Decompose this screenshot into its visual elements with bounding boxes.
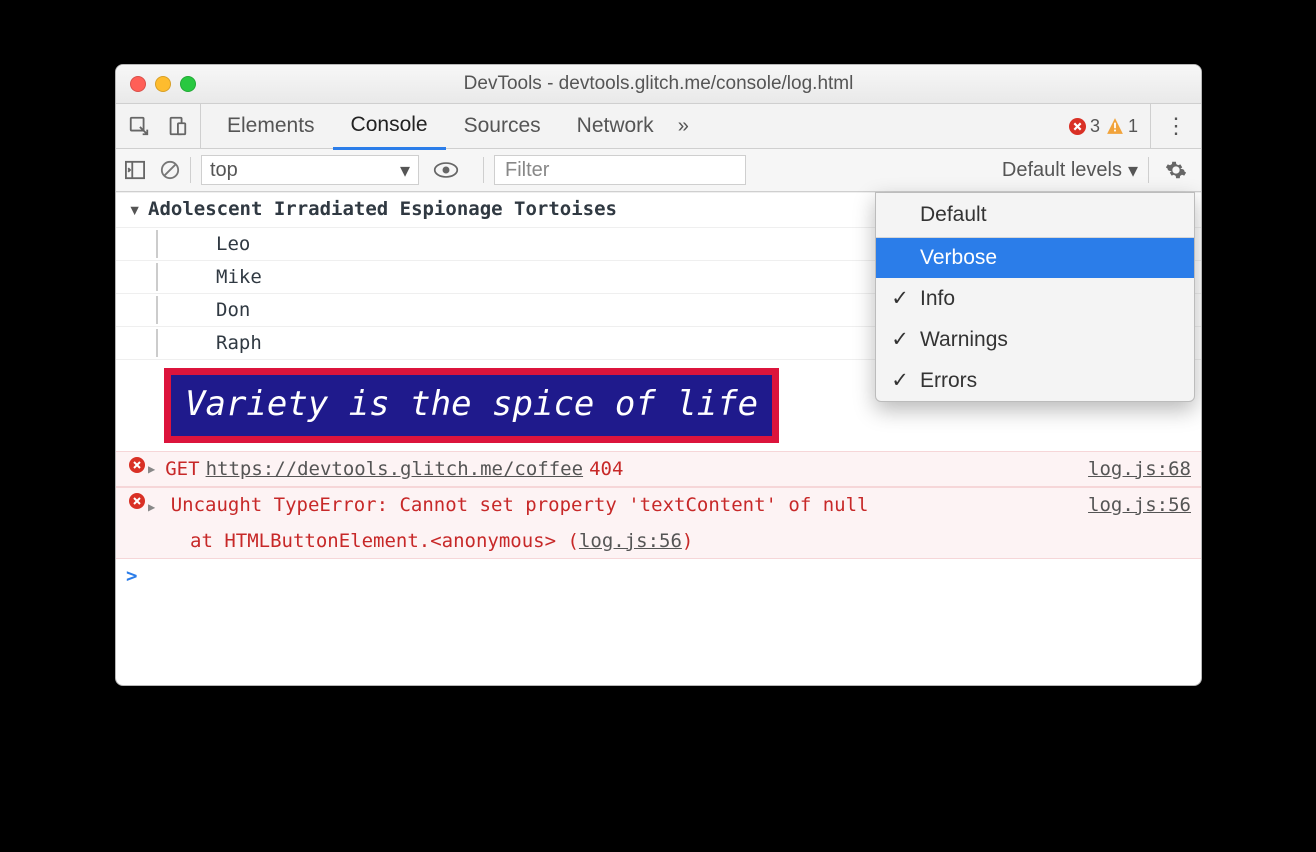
stack-suffix: ): [682, 530, 693, 552]
error-url[interactable]: https://devtools.glitch.me/coffee: [206, 455, 584, 483]
console-output: ▶ Adolescent Irradiated Espionage Tortoi…: [116, 192, 1201, 593]
message-counts[interactable]: 3 1: [1069, 104, 1151, 148]
group-item-text: Mike: [216, 263, 262, 291]
prompt-caret-icon: >: [126, 565, 137, 587]
tab-console[interactable]: Console: [333, 103, 446, 150]
dropdown-item-label: Warnings: [920, 328, 1008, 352]
panel-tabs: Elements Console Sources Network »: [209, 104, 695, 148]
source-link[interactable]: log.js:56: [1076, 491, 1191, 519]
main-tabbar: Elements Console Sources Network » 3 1 ⋮: [116, 104, 1201, 149]
filter-input[interactable]: Filter: [494, 155, 746, 185]
devtools-window: DevTools - devtools.glitch.me/console/lo…: [115, 64, 1202, 686]
chevron-down-icon: ▾: [1128, 158, 1138, 183]
dropdown-item-label: Info: [920, 287, 955, 311]
group-item-text: Raph: [216, 329, 262, 357]
tabs-overflow-button[interactable]: »: [672, 115, 695, 138]
dropdown-item-verbose[interactable]: Verbose: [876, 238, 1194, 278]
tab-sources[interactable]: Sources: [446, 104, 559, 148]
check-icon: ✓: [890, 327, 910, 352]
group-item-text: Leo: [216, 230, 250, 258]
settings-gear-icon[interactable]: [1159, 159, 1193, 181]
device-toolbar-icon[interactable]: [166, 115, 188, 137]
group-item-text: Don: [216, 296, 250, 324]
http-status: 404: [589, 455, 623, 483]
warning-count: 1: [1128, 116, 1138, 137]
dropdown-item-label: Errors: [920, 369, 977, 393]
check-icon: ✓: [890, 368, 910, 393]
console-prompt[interactable]: >: [116, 559, 1201, 593]
inspect-element-icon[interactable]: [128, 115, 150, 137]
log-levels-dropdown: Default Verbose ✓ Info ✓ Warnings ✓ Erro…: [875, 192, 1195, 402]
error-icon: [129, 457, 145, 473]
dropdown-item-info[interactable]: ✓ Info: [876, 278, 1194, 319]
console-toolbar: top ▾ Filter Default levels ▾: [116, 149, 1201, 192]
window-controls: [130, 76, 196, 92]
dropdown-header[interactable]: Default: [876, 193, 1194, 238]
styled-log-message: Variety is the spice of life: [164, 368, 779, 443]
context-value: top: [210, 159, 238, 182]
minimize-window-button[interactable]: [155, 76, 171, 92]
levels-label: Default levels: [1002, 159, 1122, 182]
tab-network[interactable]: Network: [559, 104, 672, 148]
stack-link[interactable]: log.js:56: [579, 530, 682, 552]
zoom-window-button[interactable]: [180, 76, 196, 92]
filter-placeholder: Filter: [505, 159, 549, 182]
dropdown-item-label: Verbose: [920, 246, 997, 270]
http-method: GET: [165, 455, 199, 483]
window-title: DevTools - devtools.glitch.me/console/lo…: [116, 73, 1201, 95]
clear-console-icon[interactable]: [160, 160, 180, 180]
error-icon: [129, 493, 145, 509]
console-error-row[interactable]: ▶ GET https://devtools.glitch.me/coffee …: [116, 451, 1201, 487]
error-count-badge[interactable]: 3: [1069, 116, 1100, 137]
dropdown-item-warnings[interactable]: ✓ Warnings: [876, 319, 1194, 360]
error-message: Uncaught TypeError: Cannot set property …: [171, 494, 869, 516]
titlebar: DevTools - devtools.glitch.me/console/lo…: [116, 65, 1201, 104]
context-selector[interactable]: top ▾: [201, 155, 419, 185]
more-options-button[interactable]: ⋮: [1159, 113, 1193, 139]
chevron-down-icon: ▾: [400, 158, 410, 183]
close-window-button[interactable]: [130, 76, 146, 92]
console-error-row[interactable]: ▶ Uncaught TypeError: Cannot set propert…: [116, 487, 1201, 559]
disclosure-triangle-icon[interactable]: ▶: [121, 207, 149, 215]
live-expression-icon[interactable]: [433, 161, 459, 179]
disclosure-triangle-icon[interactable]: ▶: [148, 455, 155, 483]
log-levels-selector[interactable]: Default levels ▾: [1002, 158, 1138, 183]
check-icon: ✓: [890, 286, 910, 311]
error-count: 3: [1090, 116, 1100, 137]
disclosure-triangle-icon[interactable]: ▶: [148, 493, 155, 521]
sidebar-toggle-icon[interactable]: [124, 160, 146, 180]
stack-prefix: at HTMLButtonElement.<anonymous> (: [190, 530, 579, 552]
tab-elements[interactable]: Elements: [209, 104, 333, 148]
warning-count-badge[interactable]: 1: [1106, 116, 1138, 137]
dropdown-item-errors[interactable]: ✓ Errors: [876, 360, 1194, 401]
source-link[interactable]: log.js:68: [1076, 455, 1191, 483]
group-title: Adolescent Irradiated Espionage Tortoise…: [148, 195, 617, 223]
